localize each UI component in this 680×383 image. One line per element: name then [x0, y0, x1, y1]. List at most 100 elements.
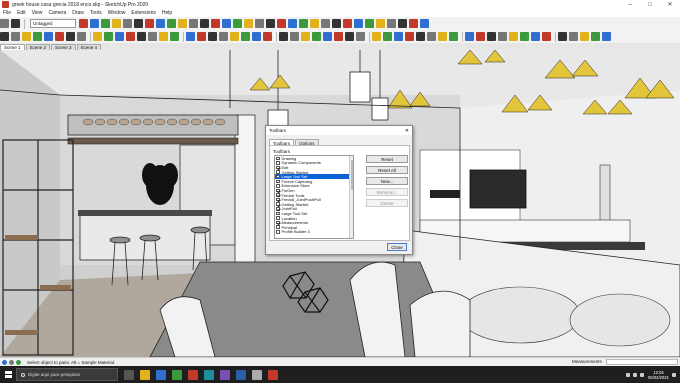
vray-dome-icon[interactable]	[580, 32, 589, 41]
textured-icon[interactable]	[409, 19, 418, 28]
joint-push-pull-icon[interactable]	[498, 32, 507, 41]
offset-icon[interactable]	[167, 19, 176, 28]
menu-view[interactable]: View	[32, 10, 43, 16]
circle-icon[interactable]	[104, 32, 113, 41]
add-detail-icon[interactable]	[438, 32, 447, 41]
toolbar-list-item[interactable]: Profile Builder 3	[275, 229, 353, 234]
scale-icon[interactable]	[156, 19, 165, 28]
new-button[interactable]: New...	[366, 177, 408, 185]
checkbox[interactable]	[276, 161, 280, 165]
front-view-icon[interactable]	[321, 19, 330, 28]
rotate-icon[interactable]	[145, 19, 154, 28]
solid-union-icon[interactable]	[465, 32, 474, 41]
menu-draw[interactable]: Draw	[72, 10, 84, 16]
scrollbar-thumb[interactable]	[350, 160, 353, 190]
word-icon[interactable]	[236, 369, 246, 380]
dimension-tool-icon[interactable]	[230, 32, 239, 41]
checkbox[interactable]	[276, 216, 280, 220]
rect-tool-icon[interactable]	[77, 32, 86, 41]
make-component-icon[interactable]	[11, 32, 20, 41]
eraser-tool-icon[interactable]	[22, 32, 31, 41]
delete-button[interactable]: Delete	[366, 199, 408, 207]
move-icon[interactable]	[134, 19, 143, 28]
section-tool-icon[interactable]	[383, 32, 392, 41]
notifications-icon[interactable]	[672, 372, 676, 377]
start-button[interactable]	[0, 366, 16, 383]
model-viewport[interactable]: Toolbars ✕ Toolbars Options Toolbars Dra…	[0, 50, 680, 357]
reset-button[interactable]: Reset	[366, 155, 408, 163]
tag-select[interactable]: Untagged	[30, 19, 76, 28]
pie-icon[interactable]	[137, 32, 146, 41]
zoom-window-icon[interactable]	[323, 32, 332, 41]
zoom-extents-icon[interactable]	[277, 19, 286, 28]
vray-camera-icon[interactable]	[591, 32, 600, 41]
follow-me-icon[interactable]	[159, 32, 168, 41]
protractor-icon[interactable]	[222, 19, 231, 28]
measurements-input[interactable]	[606, 359, 678, 365]
paint-bucket-icon[interactable]	[79, 19, 88, 28]
look-around-icon[interactable]	[356, 32, 365, 41]
credits-icon[interactable]	[9, 359, 14, 365]
menu-tools[interactable]: Tools	[90, 10, 102, 16]
drape-icon[interactable]	[427, 32, 436, 41]
3d-text-icon[interactable]	[279, 32, 288, 41]
taskbar-search[interactable]: Digite aqui para pesquisar	[16, 368, 118, 381]
volume-icon[interactable]	[633, 372, 638, 377]
menu-camera[interactable]: Camera	[48, 10, 66, 16]
dialog-close-icon[interactable]: ✕	[405, 128, 412, 134]
monochrome-icon[interactable]	[420, 19, 429, 28]
sandbox-from-contours-icon[interactable]	[394, 32, 403, 41]
solid-intersect-icon[interactable]	[476, 32, 485, 41]
arc-tool-icon[interactable]	[126, 32, 135, 41]
vray-frame-buffer-icon[interactable]	[602, 32, 611, 41]
file-explorer-icon[interactable]	[140, 369, 150, 380]
checkbox[interactable]	[276, 188, 280, 193]
eraser-icon[interactable]	[11, 19, 20, 28]
menu-help[interactable]: Help	[162, 10, 172, 16]
protractor-tool-icon[interactable]	[241, 32, 250, 41]
rotate-tool-icon[interactable]	[197, 32, 206, 41]
hidden-line-icon[interactable]	[387, 19, 396, 28]
position-camera-icon[interactable]	[345, 32, 354, 41]
scale-tool-icon[interactable]	[208, 32, 217, 41]
section-plane-icon[interactable]	[233, 19, 242, 28]
zoom-ext-icon[interactable]	[334, 32, 343, 41]
axes-icon[interactable]	[211, 19, 220, 28]
taskbar-clock[interactable]: 12:04 05/02/2021	[648, 370, 669, 380]
flip-edge-icon[interactable]	[449, 32, 458, 41]
select-tool-icon[interactable]	[0, 32, 9, 41]
walk-icon[interactable]	[372, 32, 381, 41]
thru-paint-icon[interactable]	[542, 32, 551, 41]
arc-icon[interactable]	[101, 19, 110, 28]
checkbox[interactable]	[276, 225, 280, 229]
app-icon[interactable]	[220, 369, 230, 380]
toolbars-list[interactable]: Drawing Dynamic Components Edit Getting Sta…	[274, 155, 354, 239]
rename-button[interactable]: Rename...	[366, 188, 408, 196]
rotated-rect-icon[interactable]	[93, 32, 102, 41]
menu-file[interactable]: File	[3, 10, 11, 16]
rectangle-icon[interactable]	[112, 19, 121, 28]
orbit-tool-icon[interactable]	[290, 32, 299, 41]
line-icon[interactable]	[90, 19, 99, 28]
menu-window[interactable]: Window	[108, 10, 126, 16]
offset-tool-icon[interactable]	[170, 32, 179, 41]
vray-render-icon[interactable]	[558, 32, 567, 41]
language-icon[interactable]	[640, 372, 645, 377]
settings-app-icon[interactable]	[252, 369, 262, 380]
checkbox[interactable]	[276, 211, 280, 216]
dialog-close-button[interactable]: Close	[387, 243, 407, 251]
checkbox[interactable]	[276, 207, 280, 211]
sketchup-taskbar-icon[interactable]	[268, 369, 278, 380]
xray-icon[interactable]	[365, 19, 374, 28]
smoove-icon[interactable]	[405, 32, 414, 41]
pan-icon[interactable]	[255, 19, 264, 28]
paint-icon[interactable]	[44, 32, 53, 41]
checkbox[interactable]	[276, 230, 280, 234]
shaded-icon[interactable]	[398, 19, 407, 28]
top-view-icon[interactable]	[310, 19, 319, 28]
round-corner-icon[interactable]	[509, 32, 518, 41]
line-tool-icon[interactable]	[55, 32, 64, 41]
list-scrollbar[interactable]	[349, 156, 353, 238]
iso-view-icon[interactable]	[299, 19, 308, 28]
checkbox[interactable]	[276, 202, 280, 206]
